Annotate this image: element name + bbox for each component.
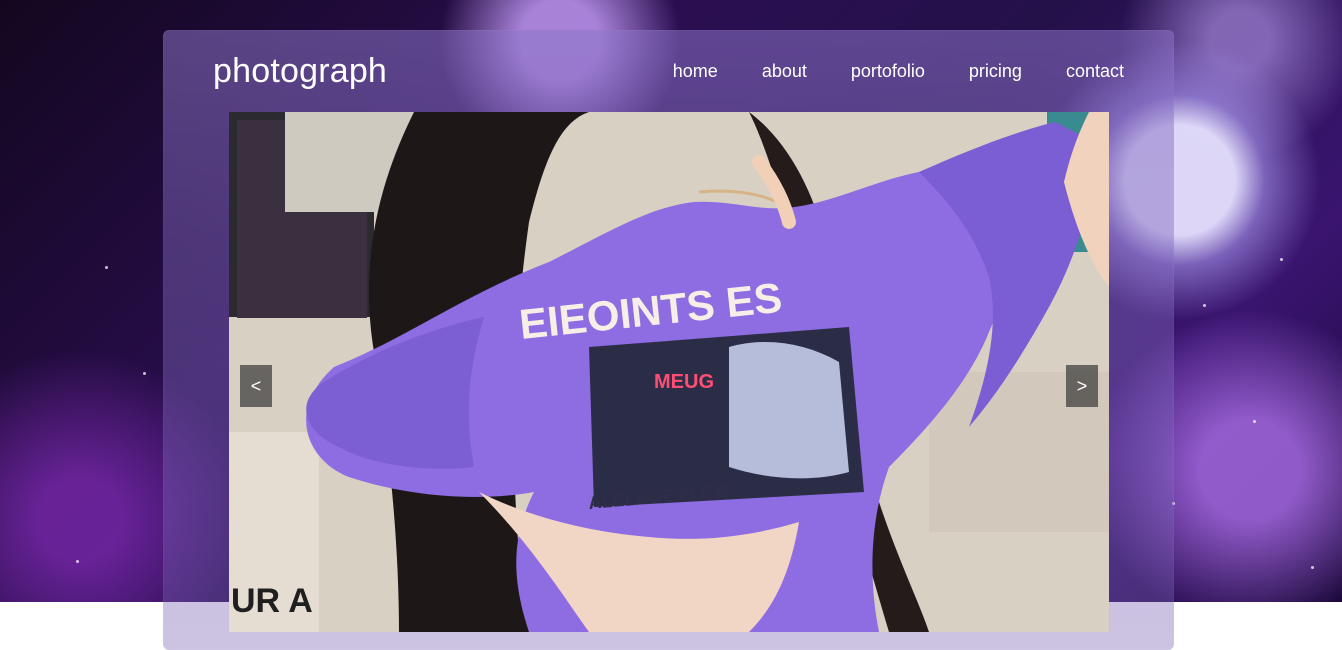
shirt-print-figure [729, 342, 849, 479]
nav-pricing[interactable]: pricing [969, 61, 1022, 82]
slider-next-button[interactable]: > [1066, 365, 1098, 407]
star [1311, 566, 1314, 569]
site-header: photograph home about portofolio pricing… [163, 30, 1174, 112]
image-slider: EIEOINTS ES MEUG ALELAGE FLEW UR A < > [229, 112, 1109, 632]
nav-about[interactable]: about [762, 61, 807, 82]
nav-contact[interactable]: contact [1066, 61, 1124, 82]
slider-image: EIEOINTS ES MEUG ALELAGE FLEW UR A [229, 112, 1109, 632]
site-logo[interactable]: photograph [213, 52, 387, 91]
poster-text: UR A [231, 582, 313, 620]
main-nav: home about portofolio pricing contact [629, 61, 1124, 82]
slider-prev-button[interactable]: < [240, 365, 272, 407]
shirt-text-sub: MEUG [654, 371, 714, 393]
star [1253, 420, 1256, 423]
nav-home[interactable]: home [673, 61, 718, 82]
star [1203, 304, 1206, 307]
star [105, 266, 108, 269]
nav-portofolio[interactable]: portofolio [851, 61, 925, 82]
star [1280, 258, 1283, 261]
star [76, 560, 79, 563]
content-panel: photograph home about portofolio pricing… [163, 30, 1174, 650]
star [143, 372, 146, 375]
